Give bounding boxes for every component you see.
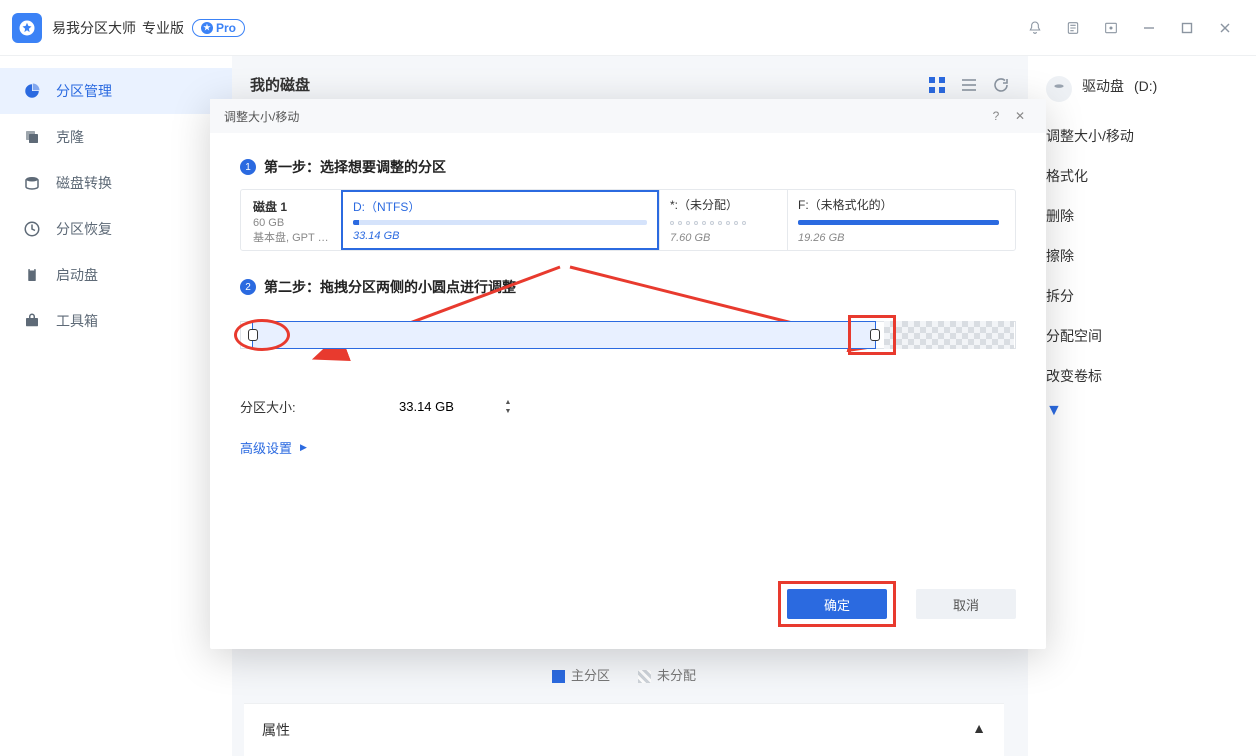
dialog-header: 调整大小/移动 ? ✕ bbox=[210, 99, 1046, 133]
right-panel: 驱动盘 (D:) 调整大小/移动 格式化 删除 擦除 拆分 分配空间 改变卷标 … bbox=[1028, 56, 1256, 756]
disk-info: 磁盘 1 60 GB 基本盘, GPT … bbox=[241, 190, 341, 250]
sidebar-item-label: 启动盘 bbox=[56, 265, 98, 285]
drag-unallocated bbox=[884, 321, 1014, 349]
sidebar-item-convert[interactable]: 磁盘转换 bbox=[0, 160, 232, 206]
view-list-icon[interactable] bbox=[960, 76, 978, 94]
rb-item-format[interactable]: 格式化 bbox=[1046, 156, 1238, 196]
drag-area bbox=[240, 309, 1016, 369]
app-logo-icon bbox=[12, 13, 42, 43]
size-label: 分区大小: bbox=[240, 397, 350, 416]
disk-row: 磁盘 1 60 GB 基本盘, GPT … D:（NTFS） 33.14 GB … bbox=[240, 189, 1016, 251]
drive-label: 驱动盘 bbox=[1082, 76, 1124, 96]
dialog-title: 调整大小/移动 bbox=[224, 108, 299, 125]
sidebar-item-partition[interactable]: 分区管理 bbox=[0, 68, 232, 114]
panel-header: 我的磁盘 bbox=[250, 74, 1010, 95]
sidebar-item-label: 克隆 bbox=[56, 127, 84, 147]
rb-item-alloc[interactable]: 分配空间 bbox=[1046, 316, 1238, 356]
rb-item-split[interactable]: 拆分 bbox=[1046, 276, 1238, 316]
sidebar-item-label: 工具箱 bbox=[56, 311, 98, 331]
spinner-up-icon[interactable]: ▲ bbox=[501, 398, 515, 407]
maximize-icon[interactable] bbox=[1168, 9, 1206, 47]
clone-icon bbox=[22, 127, 42, 147]
rb-item-resize[interactable]: 调整大小/移动 bbox=[1046, 116, 1238, 156]
toolbox-icon bbox=[22, 311, 42, 331]
step2-num-icon: 2 bbox=[240, 279, 256, 295]
dialog-body: 1 第一步：选择想要调整的分区 磁盘 1 60 GB 基本盘, GPT … D:… bbox=[210, 133, 1046, 565]
step2-label: 2 第二步：拖拽分区两侧的小圆点进行调整 bbox=[240, 277, 1016, 297]
size-field-row: 分区大小: ▲ ▼ bbox=[240, 393, 1016, 420]
app-title: 易我分区大师 bbox=[52, 18, 136, 38]
dialog-close-icon[interactable]: ✕ bbox=[1008, 109, 1032, 123]
drive-letter: (D:) bbox=[1134, 78, 1157, 94]
sidebar-item-label: 分区管理 bbox=[56, 81, 112, 101]
partition-d[interactable]: D:（NTFS） 33.14 GB bbox=[341, 190, 659, 250]
drive-icon bbox=[1046, 76, 1072, 102]
cancel-button[interactable]: 取消 bbox=[916, 589, 1016, 619]
refresh-icon[interactable] bbox=[992, 76, 1010, 94]
chevron-up-icon: ▲ bbox=[972, 720, 986, 740]
help-icon[interactable]: ? bbox=[984, 109, 1008, 123]
disk-icon bbox=[22, 173, 42, 193]
sidebar-item-label: 磁盘转换 bbox=[56, 173, 112, 193]
screen-icon[interactable] bbox=[1092, 9, 1130, 47]
titlebar: 易我分区大师 专业版 ★Pro bbox=[0, 0, 1256, 56]
sidebar-item-label: 分区恢复 bbox=[56, 219, 112, 239]
dialog-footer: 确定 取消 bbox=[210, 565, 1046, 649]
size-input[interactable] bbox=[391, 394, 501, 419]
annotation-ok-box-icon: 确定 bbox=[778, 581, 896, 627]
rb-item-label[interactable]: 改变卷标 bbox=[1046, 356, 1238, 396]
size-input-wrapper: ▲ ▼ bbox=[390, 393, 516, 420]
view-grid-icon[interactable] bbox=[928, 76, 946, 94]
step1-label: 1 第一步：选择想要调整的分区 bbox=[240, 157, 1016, 177]
resize-dialog: 调整大小/移动 ? ✕ 1 第一步：选择想要调整的分区 磁盘 1 60 GB 基… bbox=[210, 99, 1046, 649]
legend: 主分区 未分配 bbox=[244, 665, 1004, 684]
rb-more[interactable]: ▼ bbox=[1046, 402, 1238, 420]
sidebar-item-boot[interactable]: 启动盘 bbox=[0, 252, 232, 298]
recover-icon bbox=[22, 219, 42, 239]
advanced-settings-link[interactable]: 高级设置 ▶ bbox=[240, 438, 1016, 457]
sidebar: 分区管理 克隆 磁盘转换 分区恢复 启动盘 工具箱 bbox=[0, 56, 232, 756]
attributes-bar[interactable]: 属性 ▲ bbox=[244, 703, 1004, 756]
sidebar-item-clone[interactable]: 克隆 bbox=[0, 114, 232, 160]
pro-badge: ★Pro bbox=[192, 19, 245, 37]
note-icon[interactable] bbox=[1054, 9, 1092, 47]
partition-unallocated[interactable]: *:（未分配） 7.60 GB bbox=[659, 190, 787, 250]
annotation-oval-icon bbox=[234, 319, 290, 351]
sidebar-item-recovery[interactable]: 分区恢复 bbox=[0, 206, 232, 252]
panel-title: 我的磁盘 bbox=[250, 74, 310, 95]
sidebar-item-tools[interactable]: 工具箱 bbox=[0, 298, 232, 344]
spinner-down-icon[interactable]: ▼ bbox=[501, 407, 515, 416]
partition-f[interactable]: F:（未格式化的） 19.26 GB bbox=[787, 190, 1009, 250]
close-icon[interactable] bbox=[1206, 9, 1244, 47]
ok-button[interactable]: 确定 bbox=[787, 589, 887, 619]
rb-item-delete[interactable]: 删除 bbox=[1046, 196, 1238, 236]
app-edition: 专业版 bbox=[142, 18, 184, 38]
rb-item-wipe[interactable]: 擦除 bbox=[1046, 236, 1238, 276]
annotation-rect-icon bbox=[848, 315, 896, 355]
minimize-icon[interactable] bbox=[1130, 9, 1168, 47]
pie-icon bbox=[22, 81, 42, 101]
usb-icon bbox=[22, 265, 42, 285]
triangle-right-icon: ▶ bbox=[300, 442, 307, 453]
notification-icon[interactable] bbox=[1016, 9, 1054, 47]
drag-partition[interactable] bbox=[252, 321, 876, 349]
step1-num-icon: 1 bbox=[240, 159, 256, 175]
